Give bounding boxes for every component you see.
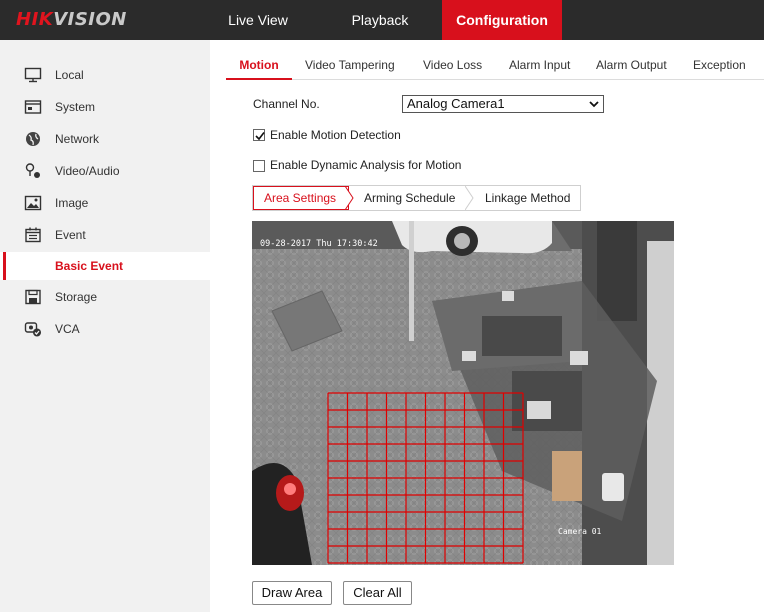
clear-all-button[interactable]: Clear All: [343, 581, 412, 605]
sidebar-item-video-audio[interactable]: Video/Audio: [0, 157, 210, 185]
tab-exception[interactable]: Exception: [693, 52, 746, 80]
monitor-icon: [24, 67, 42, 83]
nav-playback[interactable]: Playback: [334, 0, 426, 40]
sidebar-item-label: Event: [55, 228, 86, 242]
globe-icon: [26, 132, 40, 146]
enable-motion-checkbox[interactable]: [253, 129, 265, 141]
channel-select[interactable]: Analog Camera1: [402, 95, 604, 113]
sidebar-item-basic-event[interactable]: Basic Event: [0, 252, 210, 280]
enable-dynamic-label: Enable Dynamic Analysis for Motion: [270, 158, 462, 172]
sidebar-item-vca[interactable]: VCA: [0, 315, 210, 343]
hikvision-logo: HIKVISION: [16, 9, 127, 30]
enable-motion-label: Enable Motion Detection: [270, 128, 401, 142]
video-preview[interactable]: 09-28-2017 Thu 17:30:42 Camera 01: [252, 221, 674, 565]
channel-label: Channel No.: [253, 97, 320, 111]
sidebar-item-network[interactable]: Network: [0, 125, 210, 153]
step-linkage-method[interactable]: Linkage Method: [485, 186, 570, 210]
sidebar-item-label: Basic Event: [55, 259, 124, 273]
enable-dynamic-checkbox[interactable]: [253, 160, 265, 172]
nav-live-view[interactable]: Live View: [212, 0, 304, 40]
step-separator-arrow: [465, 186, 474, 210]
video-camera-label: Camera 01: [558, 527, 602, 536]
sidebar-item-label: System: [55, 100, 96, 114]
sidebar-item-local[interactable]: Local: [0, 61, 210, 89]
sidebar-item-label: Network: [55, 132, 100, 146]
active-indicator: [3, 252, 6, 280]
chevron-down-icon: [589, 101, 599, 108]
sidebar-item-event[interactable]: Event: [0, 221, 210, 249]
sidebar-item-label: Video/Audio: [55, 164, 120, 178]
vca-icon: [24, 322, 41, 337]
sidebar-item-label: VCA: [55, 322, 80, 336]
mic-icon: [25, 163, 40, 178]
system-icon: [24, 100, 42, 114]
tab-alarm-input[interactable]: Alarm Input: [509, 52, 570, 80]
draw-area-button[interactable]: Draw Area: [252, 581, 332, 605]
image-icon: [24, 195, 42, 211]
sidebar-item-storage[interactable]: Storage: [0, 283, 210, 311]
sidebar: Local System Network Video/Audio Image E…: [0, 40, 210, 612]
tab-motion[interactable]: Motion: [226, 52, 292, 80]
step-area-settings[interactable]: Area Settings: [264, 186, 336, 210]
nav-configuration[interactable]: Configuration: [442, 0, 562, 40]
sidebar-item-label: Storage: [55, 290, 98, 304]
sidebar-item-label: Local: [55, 68, 84, 82]
event-tabs: Motion Video Tampering Video Loss Alarm …: [226, 52, 764, 80]
sidebar-item-image[interactable]: Image: [0, 189, 210, 217]
config-steps: Area Settings Arming Schedule Linkage Me…: [252, 185, 581, 211]
tab-video-loss[interactable]: Video Loss: [423, 52, 482, 80]
top-bar: HIKVISION Live View Playback Configurati…: [0, 0, 764, 40]
calendar-icon: [25, 227, 41, 243]
sidebar-item-label: Image: [55, 196, 89, 210]
tab-video-tampering[interactable]: Video Tampering: [305, 52, 395, 80]
tab-alarm-output[interactable]: Alarm Output: [596, 52, 667, 80]
check-icon: [255, 132, 265, 141]
channel-select-value: Analog Camera1: [407, 96, 505, 111]
camera-scene: 09-28-2017 Thu 17:30:42 Camera 01: [252, 221, 674, 565]
step-separator-arrow: [345, 186, 354, 210]
step-arming-schedule[interactable]: Arming Schedule: [364, 186, 455, 210]
floppy-icon: [25, 289, 41, 305]
video-timestamp: 09-28-2017 Thu 17:30:42: [260, 239, 378, 249]
sidebar-item-system[interactable]: System: [0, 93, 210, 121]
